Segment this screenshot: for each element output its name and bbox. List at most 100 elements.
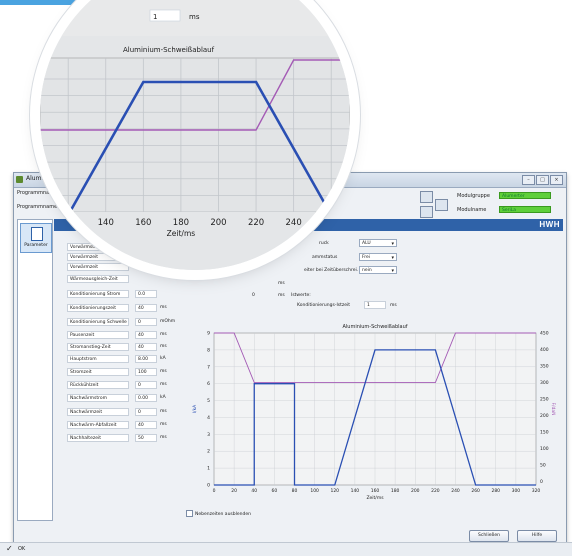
param-value[interactable]: 0 [135, 408, 157, 416]
extra-time-value: 0 [252, 293, 255, 298]
param-label: Stromanstieg-Zeit [67, 343, 129, 351]
param-value[interactable]: 40 [135, 343, 157, 351]
y-right-tick-label: 450 [540, 331, 549, 337]
x-tick-label: 220 [431, 488, 440, 494]
save-icon[interactable] [420, 206, 433, 218]
window-title: Alumin [26, 175, 47, 182]
param-label: Rückkühlzeit [67, 381, 129, 389]
timeout-label: eiter bei Zeitüberschrei. [304, 268, 359, 273]
param-value[interactable]: 0 [135, 381, 157, 389]
checkbox-label: Nebenzeiten ausblenden [195, 512, 251, 517]
param-unit: ms [160, 369, 167, 374]
mag-chart-title: Aluminium-Schweißablauf [123, 46, 215, 54]
sidebar: Parameter [17, 219, 53, 521]
mag-field-unit: ms [189, 13, 200, 21]
y-left-tick-label: 6 [207, 381, 210, 387]
x-tick-label: 260 [471, 488, 480, 494]
x-tick-label: 40 [251, 488, 257, 494]
x-tick-label: 200 [411, 488, 420, 494]
y-left-tick-label: 3 [207, 432, 210, 438]
close-button[interactable]: Schließen [469, 530, 509, 542]
status-text: OK [18, 546, 26, 552]
x-tick-label: 100 [310, 488, 319, 494]
param-value[interactable]: 40 [135, 421, 157, 429]
y-right-tick-label: 50 [540, 463, 546, 469]
mag-x-tick-label: 160 [135, 218, 151, 228]
x-tick-label: 240 [451, 488, 460, 494]
y-right-tick-label: 400 [540, 347, 549, 353]
conditioning-actual-unit: ms [390, 303, 397, 308]
y-left-axis-label: I/kA [192, 404, 198, 413]
sidebar-item-parameter[interactable]: Parameter [20, 223, 52, 253]
sidebar-item-label: Parameter [24, 243, 48, 248]
mag-field-value: 1 [153, 13, 157, 21]
conditioning-actual-label: Konditionierungs-Istzeit [297, 303, 351, 308]
param-value[interactable]: 100 [135, 368, 157, 376]
param-label: Nachwärm-Abfallzeit [67, 421, 129, 429]
param-label: Hauptstrom [67, 355, 129, 363]
param-unit: ms [160, 332, 167, 337]
param-label: Nachwärmzeit [67, 408, 129, 416]
help-button[interactable]: Hilfe [517, 530, 557, 542]
y-left-tick-label: 8 [207, 347, 210, 353]
param-value[interactable]: 40 [135, 304, 157, 312]
mag-x-tick-label: 220 [248, 218, 264, 228]
param-value[interactable]: 0 [135, 318, 157, 326]
y-right-tick-label: 350 [540, 364, 549, 370]
program-status-select[interactable]: Frei [359, 253, 397, 262]
mag-x-tick-label: 240 [286, 218, 302, 228]
param-label: Konditionierung Schwelle [67, 318, 129, 326]
y-left-tick-label: 7 [207, 364, 210, 370]
grid-icon[interactable] [420, 191, 433, 203]
y-right-tick-label: 250 [540, 397, 549, 403]
y-right-tick-label: 200 [540, 413, 549, 419]
hide-side-times-checkbox[interactable]: Nebenzeiten ausblenden [186, 510, 251, 517]
y-right-axis-label: F/daN [550, 402, 556, 415]
param-unit: mOhm [160, 319, 176, 324]
parameter-icon [31, 227, 43, 241]
program-name-label: Programmname [17, 204, 58, 210]
modulname-label: Modulname [457, 207, 487, 213]
param-value[interactable]: 0.00 [135, 394, 157, 402]
param-unit: ms [160, 382, 167, 387]
material-select[interactable]: ALU [359, 239, 397, 248]
checkbox-box[interactable] [186, 510, 193, 517]
param-label: Pausenzeit [67, 331, 129, 339]
x-tick-label: 280 [491, 488, 500, 494]
param-label: Nachhaltezeit [67, 434, 129, 442]
x-tick-label: 320 [532, 488, 541, 494]
maximize-button[interactable]: □ [536, 175, 549, 185]
mag-x-tick-label: 140 [98, 218, 114, 228]
y-right-tick-label: 150 [540, 430, 549, 436]
mag-x-tick-label: 200 [210, 218, 226, 228]
param-label: Vorwärmzeit [67, 253, 129, 261]
modulname-value: SeriLa [499, 206, 551, 213]
param-label: Nachwärmstrom [67, 394, 129, 402]
param-unit: ms [160, 305, 167, 310]
extra-time-unit-2: ms [278, 281, 285, 286]
param-value[interactable]: 8.00 [135, 355, 157, 363]
x-tick-label: 300 [512, 488, 521, 494]
mag-x-tick-label: 180 [173, 218, 189, 228]
param-label: Stromzeit [67, 368, 129, 376]
param-label: Vorwärmzeit [67, 263, 129, 271]
material-label: ruck [319, 241, 329, 246]
transfer-icon[interactable] [435, 199, 448, 211]
param-value[interactable]: 0.0 [135, 290, 157, 298]
minimize-button[interactable]: – [522, 175, 535, 185]
chart-title: Aluminium-Schweißablauf [342, 324, 407, 330]
weld-sequence-chart: Aluminium-Schweißablauf0 20 40 60 80 100 120 14… [188, 321, 558, 505]
x-tick-label: 60 [272, 488, 278, 494]
param-value[interactable]: 50 [135, 434, 157, 442]
status-bar: ✓ OK [0, 542, 572, 556]
param-value[interactable]: 40 [135, 331, 157, 339]
x-tick-label: 80 [292, 488, 298, 494]
param-unit: ms [160, 409, 167, 414]
x-tick-label: 180 [391, 488, 400, 494]
x-axis-label: Zeit/ms [366, 495, 384, 501]
close-window-button[interactable]: × [550, 175, 563, 185]
param-label: Konditionierung Strom [67, 290, 129, 298]
timeout-select[interactable]: nein [359, 266, 397, 275]
y-left-tick-label: 9 [207, 331, 210, 337]
param-label: Wärmeausgleich-Zeit [67, 275, 129, 283]
